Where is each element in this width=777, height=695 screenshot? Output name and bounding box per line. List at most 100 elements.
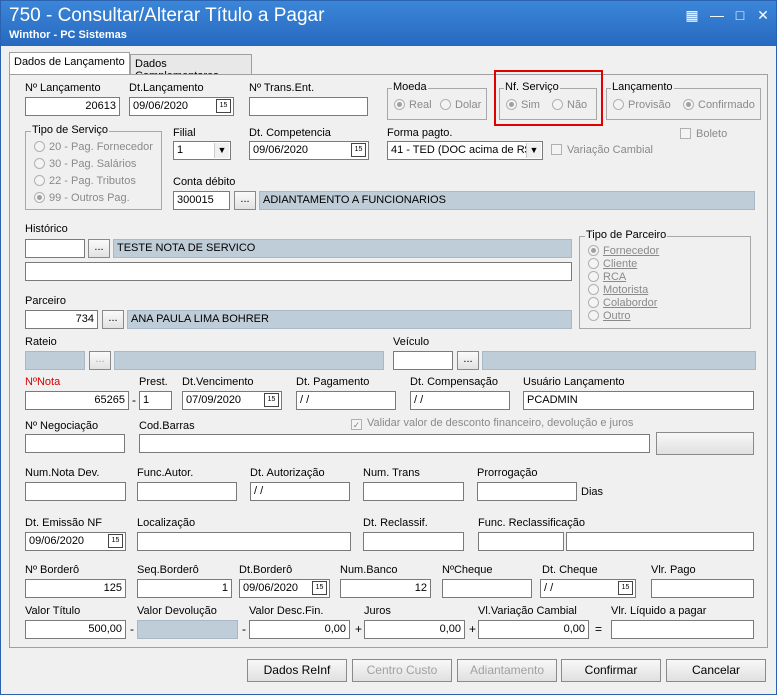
calendar-icon[interactable]: 15 xyxy=(312,581,327,595)
func-reclassificacao-name-field[interactable] xyxy=(566,532,754,551)
num-trans-field[interactable] xyxy=(363,482,464,501)
historico-lookup-button[interactable]: ... xyxy=(88,239,110,258)
chevron-down-icon[interactable]: ▼ xyxy=(526,143,541,158)
lancamento-confirmado-radio[interactable]: Confirmado xyxy=(683,99,755,111)
n-nota-field[interactable]: 65265 xyxy=(25,391,129,410)
parceiro-colaborador-radio[interactable]: Colabordor xyxy=(588,297,657,309)
historico-code-field[interactable] xyxy=(25,239,85,258)
tipo-servico-30-radio[interactable]: 30 - Pag. Salários xyxy=(34,158,136,170)
dt-reclassif-field[interactable] xyxy=(363,532,464,551)
adiantamento-button[interactable]: Adiantamento xyxy=(457,659,557,682)
dt-autorizacao-field[interactable]: / / xyxy=(250,482,350,501)
conta-debito-lookup-button[interactable]: ... xyxy=(234,191,256,210)
variacao-cambial-checkbox[interactable]: Variação Cambial xyxy=(551,144,653,156)
veiculo-lookup-button[interactable]: ... xyxy=(457,351,479,370)
checkbox-icon xyxy=(551,144,562,155)
n-cheque-field[interactable] xyxy=(442,579,532,598)
leitura-optica-button[interactable] xyxy=(656,432,754,455)
window-title: 750 - Consultar/Alterar Título a Pagar xyxy=(9,5,325,26)
parceiro-motorista-radio[interactable]: Motorista xyxy=(588,284,648,296)
checkbox-checked-icon: ✓ xyxy=(351,419,362,430)
tipo-servico-22-radio[interactable]: 22 - Pag. Tributos xyxy=(34,175,136,187)
validar-desconto-checkbox[interactable]: ✓ Validar valor de desconto financeiro, d… xyxy=(351,417,633,430)
calendar-icon[interactable]: 15 xyxy=(108,534,123,548)
nf-servico-nao-radio[interactable]: Não xyxy=(552,99,587,111)
tipo-servico-99-radio[interactable]: 99 - Outros Pag. xyxy=(34,192,130,204)
num-banco-field[interactable]: 12 xyxy=(340,579,431,598)
dt-pagamento-field[interactable]: / / xyxy=(296,391,396,410)
parceiro-cliente-radio[interactable]: Cliente xyxy=(588,258,637,270)
num-nota-dev-field[interactable] xyxy=(25,482,126,501)
forma-pagto-value: 41 - TED (DOC acima de R$ xyxy=(391,144,531,156)
localizacao-field[interactable] xyxy=(137,532,351,551)
radio-icon xyxy=(588,271,599,282)
dt-compensacao-field[interactable]: / / xyxy=(410,391,510,410)
valor-devolucao-field xyxy=(137,620,238,639)
n-negociacao-field[interactable] xyxy=(25,434,125,453)
tipo-servico-20-radio[interactable]: 20 - Pag. Fornecedor xyxy=(34,141,153,153)
filial-value: 1 xyxy=(177,144,184,156)
usuario-lancamento-field[interactable]: PCADMIN xyxy=(523,391,754,410)
prorrogacao-field[interactable] xyxy=(477,482,577,501)
calendar-icon[interactable]: 15 xyxy=(216,99,231,113)
tab-dados-lancamento[interactable]: Dados de Lançamento xyxy=(9,52,130,74)
calendar-icon[interactable]: 15 xyxy=(618,581,633,595)
forma-pagto-select[interactable]: 41 - TED (DOC acima de R$ ▼ xyxy=(387,141,543,160)
dt-vencimento-field[interactable]: 07/09/2020 15 xyxy=(182,391,282,410)
lancamento-provisao-radio[interactable]: Provisão xyxy=(613,99,671,111)
rateio-lookup-button[interactable]: ... xyxy=(89,351,111,370)
minimize-icon[interactable]: — xyxy=(708,7,726,23)
func-autor-label: Func.Autor. xyxy=(137,467,194,479)
restore-icon[interactable]: ▦ xyxy=(683,7,701,23)
dt-emissao-nf-value: 09/06/2020 xyxy=(29,535,85,547)
dt-cheque-field[interactable]: / / 15 xyxy=(540,579,636,598)
juros-label: Juros xyxy=(364,605,391,617)
tab-dados-complementares[interactable]: Dados Complementares xyxy=(130,54,252,82)
parceiro-rca-radio[interactable]: RCA xyxy=(588,271,626,283)
prest-field[interactable]: 1 xyxy=(139,391,172,410)
parceiro-code-field[interactable]: 734 xyxy=(25,310,98,329)
boleto-checkbox[interactable]: Boleto xyxy=(680,128,727,140)
parceiro-outro-radio[interactable]: Outro xyxy=(588,310,631,322)
valor-titulo-field[interactable]: 500,00 xyxy=(25,620,126,639)
vlr-liquido-field[interactable] xyxy=(611,620,754,639)
func-reclassificacao-code-field[interactable] xyxy=(478,532,564,551)
dt-competencia-field[interactable]: 09/06/2020 15 xyxy=(249,141,369,160)
calendar-icon[interactable]: 15 xyxy=(264,393,279,407)
nf-servico-sim-radio[interactable]: Sim xyxy=(506,99,540,111)
juros-field[interactable]: 0,00 xyxy=(364,620,465,639)
valor-desc-fin-field[interactable]: 0,00 xyxy=(249,620,350,639)
seq-bordero-field[interactable]: 1 xyxy=(137,579,232,598)
moeda-dolar-radio[interactable]: Dolar xyxy=(440,99,481,111)
dt-autorizacao-label: Dt. Autorização xyxy=(250,467,325,479)
vl-variacao-cambial-field[interactable]: 0,00 xyxy=(478,620,589,639)
historico-line2-field[interactable] xyxy=(25,262,572,281)
moeda-real-radio[interactable]: Real xyxy=(394,99,432,111)
dt-bordero-field[interactable]: 09/06/2020 15 xyxy=(239,579,330,598)
conta-debito-code-field[interactable]: 300015 xyxy=(173,191,230,210)
dt-emissao-nf-field[interactable]: 09/06/2020 15 xyxy=(25,532,126,551)
centro-custo-button[interactable]: Centro Custo xyxy=(352,659,452,682)
dt-lancamento-label: Dt.Lançamento xyxy=(129,82,204,94)
n-lancamento-field[interactable]: 20613 xyxy=(25,97,120,116)
maximize-icon[interactable]: □ xyxy=(731,7,749,23)
valor-titulo-label: Valor Título xyxy=(25,605,81,617)
dt-bordero-value: 09/06/2020 xyxy=(243,582,299,594)
func-autor-field[interactable] xyxy=(137,482,237,501)
chevron-down-icon[interactable]: ▼ xyxy=(214,143,229,158)
vlr-pago-field[interactable] xyxy=(651,579,754,598)
cancelar-button[interactable]: Cancelar xyxy=(666,659,766,682)
n-trans-ent-field[interactable] xyxy=(249,97,368,116)
n-bordero-field[interactable]: 125 xyxy=(25,579,126,598)
filial-select[interactable]: 1 ▼ xyxy=(173,141,231,160)
cod-barras-field[interactable] xyxy=(139,434,650,453)
veiculo-code-field[interactable] xyxy=(393,351,453,370)
calendar-icon[interactable]: 15 xyxy=(351,143,366,157)
close-icon[interactable]: ✕ xyxy=(754,7,772,23)
parceiro-fornecedor-radio[interactable]: Fornecedor xyxy=(588,245,659,257)
dt-lancamento-field[interactable]: 09/06/2020 15 xyxy=(129,97,234,116)
dados-reinf-button[interactable]: Dados ReInf xyxy=(247,659,347,682)
confirmar-button[interactable]: Confirmar xyxy=(561,659,661,682)
parceiro-lookup-button[interactable]: ... xyxy=(102,310,124,329)
radio-selected-icon xyxy=(683,99,694,110)
